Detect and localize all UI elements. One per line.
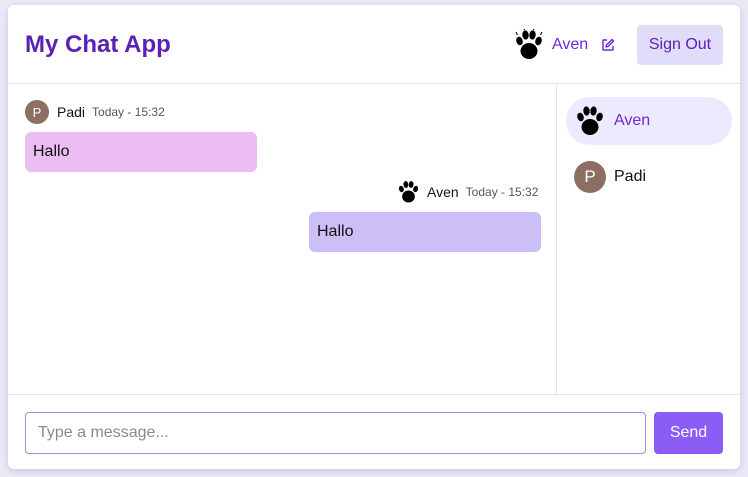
- chat-app-window: My Chat App Aven Sign Out P Padi Today -…: [8, 5, 740, 469]
- message-bubble-incoming: Hallo: [25, 132, 257, 172]
- paw-icon: [397, 180, 419, 204]
- send-button[interactable]: Send: [654, 412, 723, 454]
- message-timestamp: Today - 15:32: [92, 105, 165, 119]
- current-user-name: Aven: [552, 36, 589, 53]
- message-composer: Send: [8, 394, 740, 469]
- sidebar-item-aven[interactable]: Aven: [566, 97, 732, 145]
- app-title: My Chat App: [25, 31, 171, 58]
- message-bubble-outgoing: Hallo: [309, 212, 541, 252]
- message-meta: P Padi Today - 15:32: [25, 100, 165, 124]
- sign-out-button[interactable]: Sign Out: [637, 25, 723, 65]
- sidebar-item-label: Padi: [614, 168, 647, 185]
- message-input[interactable]: [25, 412, 646, 454]
- message-timestamp: Today - 15:32: [465, 185, 539, 199]
- message-author: Padi: [57, 104, 86, 120]
- sidebar-item-padi[interactable]: P Padi: [566, 153, 732, 201]
- message-meta: Aven Today - 15:32: [397, 180, 538, 204]
- edit-profile-icon[interactable]: [600, 37, 616, 53]
- message-author: Aven: [427, 184, 459, 200]
- user-list-sidebar: Aven P Padi: [557, 84, 740, 395]
- avatar: P: [574, 161, 606, 193]
- paw-icon: [574, 105, 606, 137]
- current-user: Aven: [514, 29, 616, 61]
- sidebar-item-label: Aven: [614, 112, 651, 129]
- message-list[interactable]: P Padi Today - 15:32 Hallo Aven Today - …: [8, 84, 557, 395]
- avatar: P: [25, 100, 49, 124]
- app-header: My Chat App Aven Sign Out: [8, 5, 740, 84]
- paw-icon: [514, 29, 544, 61]
